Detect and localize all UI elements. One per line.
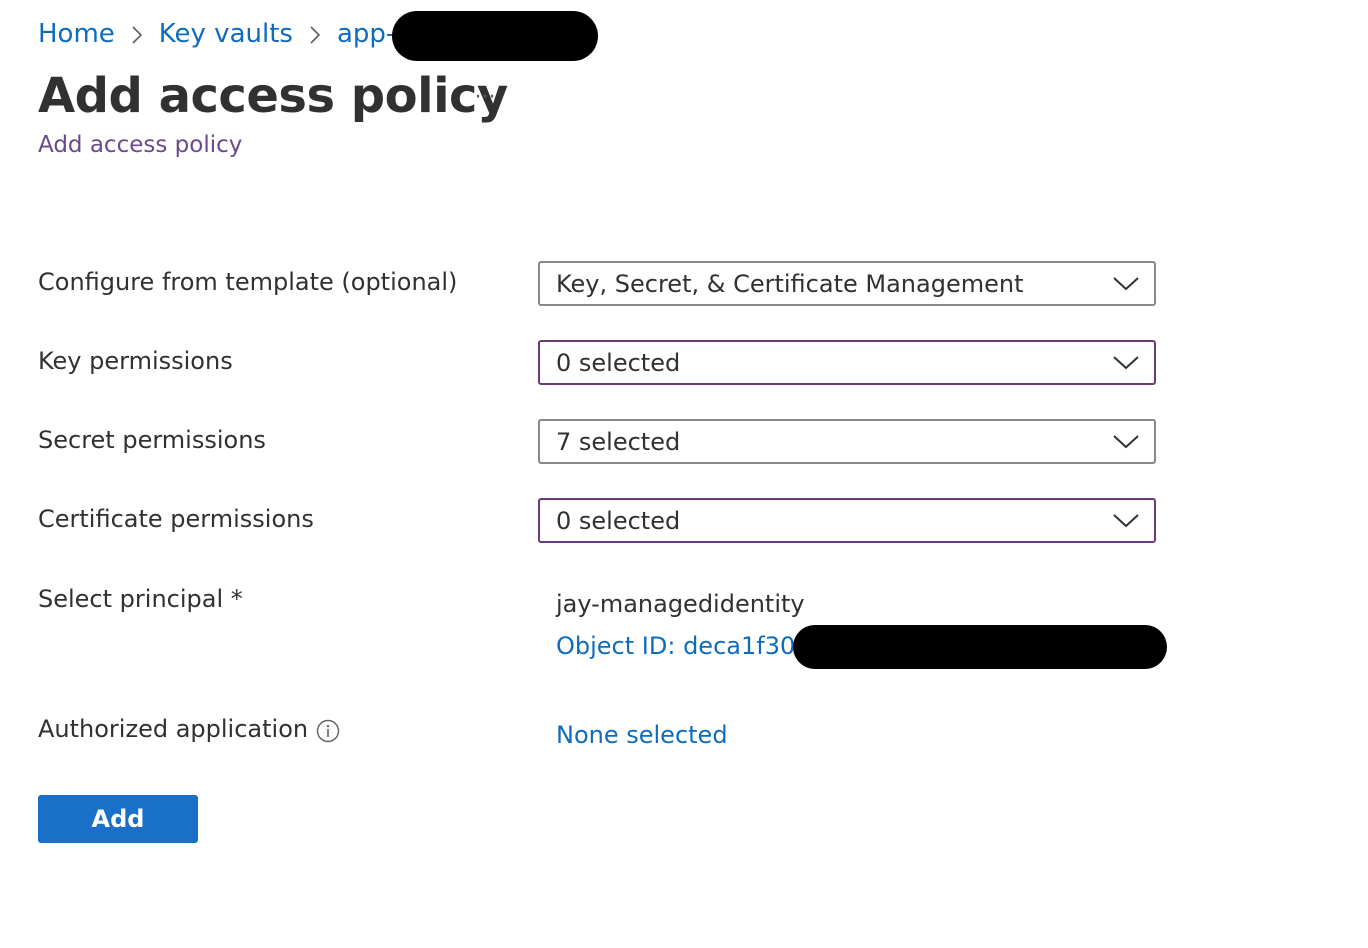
page-subtitle: Add access policy (38, 132, 243, 158)
key-permissions-value: 0 selected (556, 348, 681, 377)
select-principal-label: Select principal * (38, 585, 243, 613)
info-icon[interactable] (316, 719, 340, 743)
secret-permissions-dropdown[interactable]: 7 selected (538, 419, 1156, 464)
chevron-right-icon (115, 19, 159, 49)
add-access-policy-page: Home Key vaults app-s Add access policy … (0, 0, 1368, 948)
chevron-down-icon (1112, 434, 1140, 450)
principal-name: jay-managedidentity (556, 590, 805, 618)
certificate-permissions-dropdown[interactable]: 0 selected (538, 498, 1156, 543)
redaction-bar (793, 625, 1167, 669)
secret-permissions-label: Secret permissions (38, 426, 266, 454)
key-permissions-dropdown[interactable]: 0 selected (538, 340, 1156, 385)
chevron-right-icon (293, 19, 337, 49)
template-value: Key, Secret, & Certificate Management (556, 269, 1024, 298)
authorized-application-link[interactable]: None selected (556, 721, 728, 749)
template-dropdown[interactable]: Key, Secret, & Certificate Management (538, 261, 1156, 306)
certificate-permissions-value: 0 selected (556, 506, 681, 535)
certificate-permissions-label: Certificate permissions (38, 505, 314, 533)
ellipsis-icon[interactable]: ··· (468, 82, 502, 112)
breadcrumb-key-vaults[interactable]: Key vaults (159, 19, 293, 49)
principal-object-id-link[interactable]: Object ID: deca1f30-( (556, 632, 813, 660)
chevron-down-icon (1112, 355, 1140, 371)
page-title: Add access policy (38, 68, 508, 124)
template-label: Configure from template (optional) (38, 268, 458, 296)
redaction-bar (392, 11, 598, 61)
secret-permissions-value: 7 selected (556, 427, 681, 456)
chevron-down-icon (1112, 513, 1140, 529)
breadcrumb: Home Key vaults app-s (38, 14, 409, 54)
chevron-down-icon (1112, 276, 1140, 292)
authorized-application-label: Authorized application (38, 715, 309, 743)
add-button[interactable]: Add (38, 795, 198, 843)
breadcrumb-home[interactable]: Home (38, 19, 115, 49)
key-permissions-label: Key permissions (38, 347, 233, 375)
